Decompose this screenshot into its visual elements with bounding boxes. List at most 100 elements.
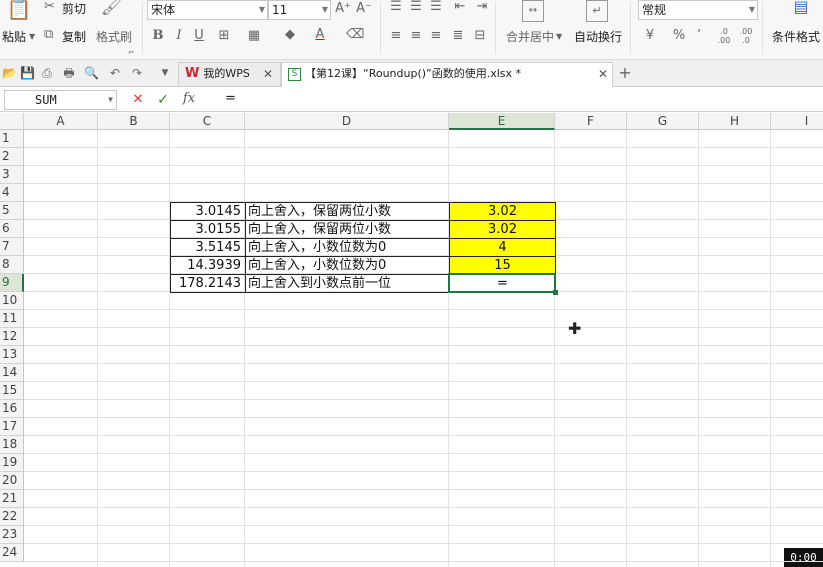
- column-header-d[interactable]: D: [245, 113, 449, 130]
- row-header-12[interactable]: 12: [0, 328, 24, 346]
- row-header-18[interactable]: 18: [0, 436, 24, 454]
- row-header-1[interactable]: 1: [0, 130, 24, 148]
- row-header-10[interactable]: 10: [0, 292, 24, 310]
- row-header-19[interactable]: 19: [0, 454, 24, 472]
- tab-workbook[interactable]: S 【第12课】“Roundup()”函数的使用.xlsx * ✕: [281, 62, 613, 87]
- column-header-f[interactable]: F: [555, 113, 627, 130]
- cell-d5[interactable]: 向上舍入，保留两位小数: [245, 202, 450, 221]
- column-header-b[interactable]: B: [98, 113, 170, 130]
- column-header-c[interactable]: C: [170, 113, 245, 130]
- fill-handle[interactable]: [553, 290, 558, 295]
- cell-d9[interactable]: 向上舍入到小数点前一位: [245, 274, 450, 293]
- cell-c6[interactable]: 3.0155: [170, 220, 246, 239]
- copy-button[interactable]: 复制: [62, 28, 86, 45]
- conditional-format-icon[interactable]: ▤: [790, 0, 812, 24]
- font-grow-button[interactable]: A⁺: [334, 2, 352, 16]
- merge-center-icon[interactable]: ↔: [522, 0, 544, 22]
- cell-d6[interactable]: 向上舍入，保留两位小数: [245, 220, 450, 239]
- paste-button[interactable]: 粘贴: [2, 28, 26, 45]
- row-header-16[interactable]: 16: [0, 400, 24, 418]
- comma-button[interactable]: ’: [694, 29, 704, 43]
- align-top-icon[interactable]: ☰: [389, 0, 403, 14]
- conditional-format-button[interactable]: 条件格式: [772, 28, 820, 45]
- font-size-select[interactable]: 11 ▼: [268, 0, 331, 20]
- cell-c9[interactable]: 178.2143: [170, 274, 246, 293]
- confirm-formula-icon[interactable]: ✓: [156, 93, 170, 107]
- column-header-e[interactable]: E: [449, 113, 555, 130]
- row-header-22[interactable]: 22: [0, 508, 24, 526]
- row-header-9[interactable]: 9: [0, 274, 24, 292]
- merge-center-button[interactable]: 合并居中: [506, 28, 554, 45]
- cell-d8[interactable]: 向上舍入，小数位数为0: [245, 256, 450, 275]
- cell-e7[interactable]: 4: [449, 238, 556, 257]
- wrap-text-icon[interactable]: ↵: [586, 0, 608, 22]
- row-header-5[interactable]: 5: [0, 202, 24, 220]
- format-painter-button[interactable]: 格式刷: [96, 28, 132, 45]
- cut-icon[interactable]: ✂: [44, 0, 55, 14]
- column-header-a[interactable]: A: [24, 113, 98, 130]
- cell-style-icon[interactable]: ▦: [246, 29, 262, 43]
- save-icon[interactable]: 💾: [20, 66, 35, 80]
- copy-icon[interactable]: ⧉: [44, 28, 53, 42]
- row-header-6[interactable]: 6: [0, 220, 24, 238]
- dialog-launcher-icon[interactable]: ⌐: [128, 46, 135, 60]
- formula-input[interactable]: =: [216, 90, 820, 110]
- row-header-3[interactable]: 3: [0, 166, 24, 184]
- align-middle-icon[interactable]: ☰: [409, 0, 423, 14]
- borders-icon[interactable]: ⊞: [216, 29, 232, 43]
- tab-my-wps[interactable]: W 我的WPS ✕: [178, 62, 281, 86]
- column-header-g[interactable]: G: [627, 113, 699, 130]
- row-header-21[interactable]: 21: [0, 490, 24, 508]
- column-header-i[interactable]: I: [771, 113, 823, 130]
- row-header-14[interactable]: 14: [0, 364, 24, 382]
- insert-function-icon[interactable]: fx: [180, 92, 198, 106]
- font-shrink-button[interactable]: A⁻: [355, 2, 373, 16]
- redo-icon[interactable]: ↷: [130, 66, 144, 80]
- row-header-11[interactable]: 11: [0, 310, 24, 328]
- cell-c7[interactable]: 3.5145: [170, 238, 246, 257]
- cell-c5[interactable]: 3.0145: [170, 202, 246, 221]
- row-header-15[interactable]: 15: [0, 382, 24, 400]
- chevron-down-icon[interactable]: ▼: [108, 91, 113, 109]
- align-center-icon[interactable]: ≡: [409, 29, 423, 43]
- increase-decimal-icon[interactable]: .0.00: [716, 27, 732, 45]
- cancel-formula-icon[interactable]: ✕: [131, 93, 145, 107]
- clear-format-icon[interactable]: ⌫: [346, 28, 364, 42]
- align-right-icon[interactable]: ≡: [429, 29, 443, 43]
- row-header-8[interactable]: 8: [0, 256, 24, 274]
- fill-color-icon[interactable]: ◆: [282, 28, 298, 42]
- row-header-2[interactable]: 2: [0, 148, 24, 166]
- format-painter-icon[interactable]: 🖌: [100, 0, 124, 16]
- spreadsheet-grid[interactable]: ABCDEFGHI 0:00 1 2 3 4 5 6 7 8 9 10 11 12 13 14 15 16 17…: [0, 113, 823, 567]
- undo-icon[interactable]: ↶: [108, 66, 122, 80]
- cell-c8[interactable]: 14.3939: [170, 256, 246, 275]
- name-box[interactable]: SUM ▼: [4, 90, 117, 110]
- underline-button[interactable]: U: [192, 29, 206, 43]
- cell-e5[interactable]: 3.02: [449, 202, 556, 221]
- indent-increase-icon[interactable]: ⇥: [475, 0, 489, 14]
- paste-icon[interactable]: 📋: [6, 0, 32, 26]
- font-color-icon[interactable]: A: [312, 28, 328, 42]
- row-header-17[interactable]: 17: [0, 418, 24, 436]
- row-header-7[interactable]: 7: [0, 238, 24, 256]
- cut-button[interactable]: 剪切: [62, 0, 86, 17]
- row-header-24[interactable]: 24: [0, 544, 24, 562]
- align-bottom-icon[interactable]: ☰: [429, 0, 443, 14]
- row-header-4[interactable]: 4: [0, 184, 24, 202]
- distribute-icon[interactable]: ⊟: [473, 29, 487, 43]
- select-all-corner[interactable]: [0, 113, 24, 130]
- bold-button[interactable]: B: [151, 29, 165, 43]
- column-header-h[interactable]: H: [699, 113, 771, 130]
- decrease-decimal-icon[interactable]: .00.0: [738, 27, 754, 45]
- merge-dropdown-icon[interactable]: ▼: [556, 30, 562, 44]
- cell-e6[interactable]: 3.02: [449, 220, 556, 239]
- row-header-13[interactable]: 13: [0, 346, 24, 364]
- open-folder-icon[interactable]: 📂: [2, 66, 17, 80]
- indent-decrease-icon[interactable]: ⇤: [453, 0, 467, 14]
- percent-button[interactable]: %: [672, 29, 686, 43]
- row-header-23[interactable]: 23: [0, 526, 24, 544]
- font-name-select[interactable]: 宋体 ▼: [147, 0, 268, 20]
- currency-icon[interactable]: ¥: [642, 29, 658, 43]
- close-icon[interactable]: ✕: [598, 63, 608, 85]
- number-format-select[interactable]: 常规 ▼: [638, 0, 758, 20]
